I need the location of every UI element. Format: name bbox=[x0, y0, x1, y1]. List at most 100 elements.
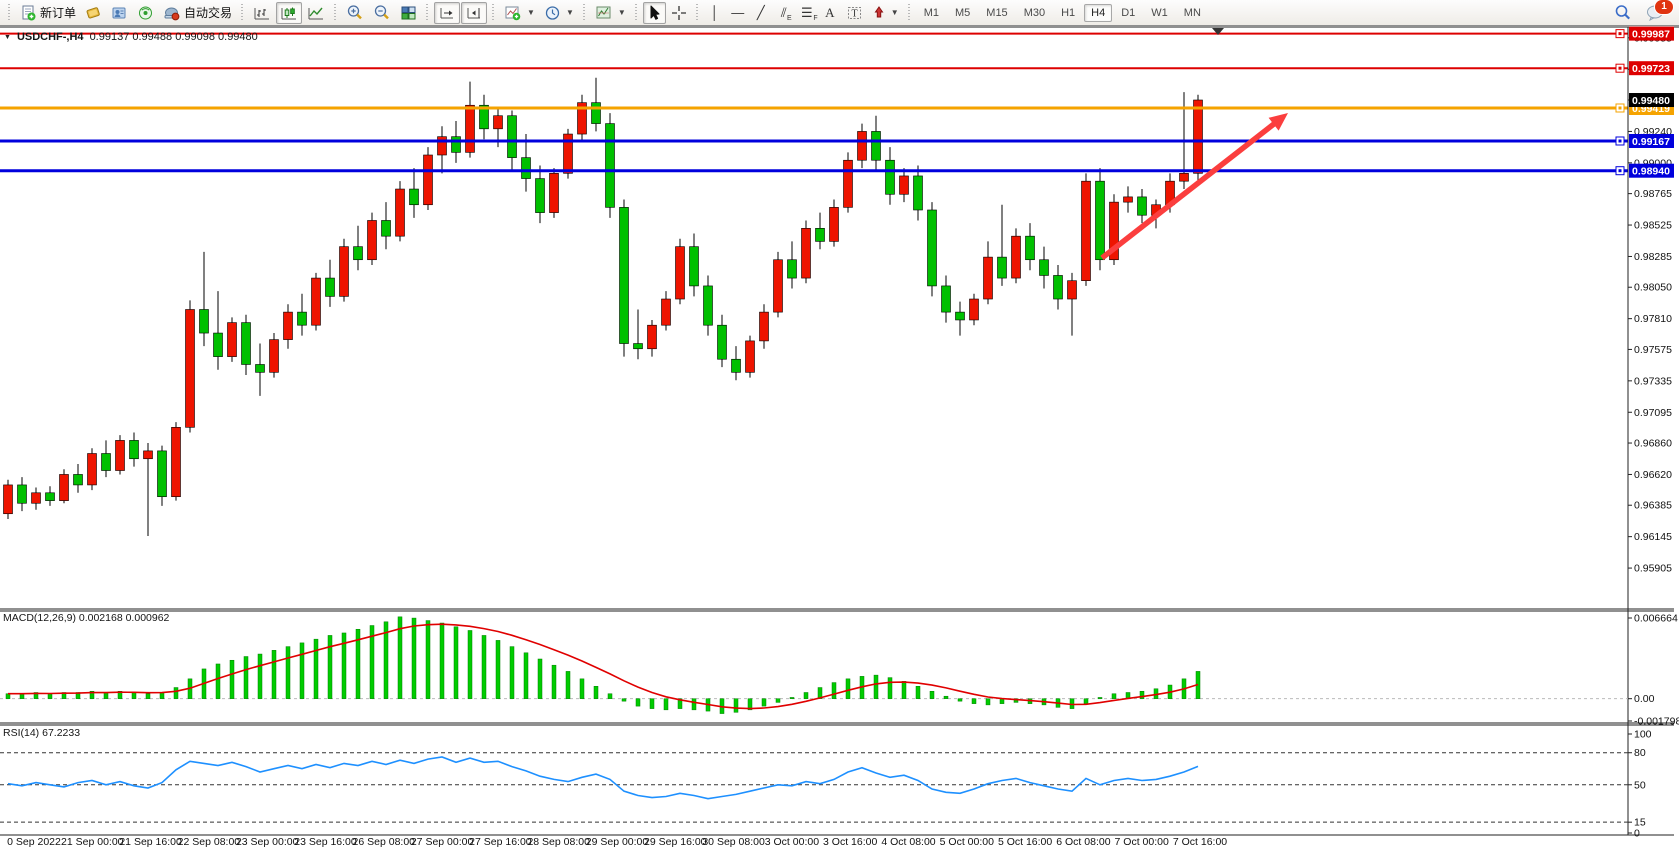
collapse-triangle-icon[interactable]: ▼ bbox=[4, 34, 11, 41]
auto-scroll-button[interactable] bbox=[461, 2, 487, 24]
cursor-button[interactable] bbox=[643, 2, 666, 24]
rsi-name: RSI(14) bbox=[3, 727, 39, 739]
text-label-button[interactable]: T bbox=[842, 2, 867, 24]
toolbar-grip bbox=[634, 4, 639, 22]
timeframe-h4[interactable]: H4 bbox=[1084, 4, 1112, 22]
price-badge: 0.99167 bbox=[1629, 134, 1674, 148]
auto-trading-label: 自动交易 bbox=[184, 4, 232, 21]
candlestick-chart[interactable]: 0.999550.997150.994800.992400.990000.987… bbox=[0, 0, 1679, 851]
zoom-out-button[interactable] bbox=[369, 2, 395, 24]
toolbar-grip bbox=[333, 4, 338, 22]
candlestick-button[interactable] bbox=[276, 2, 302, 24]
zoom-in-button[interactable] bbox=[342, 2, 368, 24]
cursor-icon bbox=[647, 5, 662, 21]
svg-text:0.99480: 0.99480 bbox=[1632, 95, 1670, 107]
macd-signal-value: 0.000962 bbox=[126, 612, 170, 624]
crosshair-icon bbox=[671, 5, 687, 21]
svg-text:30 Sep 08:00: 30 Sep 08:00 bbox=[702, 836, 765, 848]
toolbar-grip bbox=[425, 4, 430, 22]
horizontal-line-button[interactable]: — bbox=[727, 2, 749, 24]
bar-chart-button[interactable] bbox=[249, 2, 275, 24]
signals-button[interactable] bbox=[133, 2, 158, 24]
arrows-icon bbox=[872, 5, 886, 20]
templates-icon bbox=[595, 5, 613, 21]
svg-text:28 Sep 08:00: 28 Sep 08:00 bbox=[527, 836, 590, 848]
text-label-icon: T bbox=[846, 5, 863, 21]
line-chart-icon bbox=[307, 5, 325, 21]
timeframe-w1[interactable]: W1 bbox=[1144, 4, 1175, 22]
svg-text:0.99987: 0.99987 bbox=[1632, 28, 1670, 40]
profiles-icon bbox=[111, 5, 128, 21]
equidistant-channel-icon: ⫽E bbox=[781, 6, 787, 19]
fibonacci-button[interactable]: ☰F bbox=[796, 2, 818, 24]
svg-text:22 Sep 08:00: 22 Sep 08:00 bbox=[178, 836, 241, 848]
svg-text:0.99167: 0.99167 bbox=[1632, 136, 1670, 148]
line-chart-button[interactable] bbox=[303, 2, 329, 24]
auto-scroll-icon bbox=[465, 5, 483, 21]
svg-text:27 Sep 16:00: 27 Sep 16:00 bbox=[469, 836, 532, 848]
auto-trading-icon bbox=[163, 5, 180, 21]
search-button[interactable] bbox=[1610, 2, 1636, 24]
svg-text:26 Sep 08:00: 26 Sep 08:00 bbox=[353, 836, 416, 848]
svg-text:0.98285: 0.98285 bbox=[1634, 251, 1672, 263]
trendline-button[interactable]: ╱ bbox=[750, 2, 772, 24]
tile-windows-icon bbox=[400, 5, 417, 21]
price-badge: 0.99987 bbox=[1629, 27, 1674, 41]
toolbar-right-group: 1 bbox=[1610, 2, 1675, 24]
new-order-label: 新订单 bbox=[40, 4, 76, 21]
timeframe-d1[interactable]: D1 bbox=[1114, 4, 1142, 22]
svg-text:0.98765: 0.98765 bbox=[1634, 188, 1672, 200]
macd-label: MACD(12,26,9) 0.002168 0.000962 bbox=[3, 612, 169, 624]
svg-text:23 Sep 16:00: 23 Sep 16:00 bbox=[294, 836, 357, 848]
toolbar-grip bbox=[491, 4, 496, 22]
periods-icon bbox=[544, 5, 561, 21]
crosshair-button[interactable] bbox=[667, 2, 691, 24]
svg-text:23 Sep 00:00: 23 Sep 00:00 bbox=[236, 836, 299, 848]
chart-title: ▼ USDCHF-,H4 0.99137 0.99488 0.99098 0.9… bbox=[4, 31, 258, 43]
text-icon: A bbox=[825, 6, 834, 19]
notifications-button[interactable]: 1 bbox=[1642, 2, 1669, 24]
svg-text:0.00: 0.00 bbox=[1634, 693, 1655, 705]
rsi-value: 67.2233 bbox=[42, 727, 80, 739]
svg-text:0.97575: 0.97575 bbox=[1634, 344, 1672, 356]
bar-chart-icon bbox=[253, 5, 271, 21]
auto-trading-button[interactable]: 自动交易 bbox=[159, 2, 236, 24]
timeframe-mn[interactable]: MN bbox=[1177, 4, 1208, 22]
vertical-line-button[interactable]: │ bbox=[704, 2, 726, 24]
timeframe-h1[interactable]: H1 bbox=[1054, 4, 1082, 22]
timeframe-m5[interactable]: M5 bbox=[948, 4, 977, 22]
arrows-button[interactable]: ▼ bbox=[868, 2, 903, 24]
profiles-button[interactable] bbox=[107, 2, 132, 24]
toolbar-grip bbox=[582, 4, 587, 22]
svg-text:0.97810: 0.97810 bbox=[1634, 313, 1672, 325]
price-badge: 0.99723 bbox=[1629, 61, 1674, 75]
templates-button[interactable]: ▼ bbox=[591, 2, 630, 24]
ohlc-values: 0.99137 0.99488 0.99098 0.99480 bbox=[90, 31, 258, 43]
svg-text:0.96145: 0.96145 bbox=[1634, 531, 1672, 543]
trendline-icon: ╱ bbox=[757, 6, 765, 19]
main-toolbar: 新订单 自动交易 bbox=[0, 0, 1679, 26]
svg-text:0.96385: 0.96385 bbox=[1634, 500, 1672, 512]
svg-text:21 Sep 16:00: 21 Sep 16:00 bbox=[119, 836, 182, 848]
timeframe-m30[interactable]: M30 bbox=[1017, 4, 1052, 22]
timeframe-m15[interactable]: M15 bbox=[979, 4, 1014, 22]
add-indicator-button[interactable]: ▼ bbox=[500, 2, 539, 24]
rsi-label: RSI(14) 67.2233 bbox=[3, 727, 80, 739]
tile-windows-button[interactable] bbox=[396, 2, 421, 24]
new-chart-button[interactable] bbox=[81, 2, 106, 24]
svg-text:0.97335: 0.97335 bbox=[1634, 375, 1672, 387]
toolbar-grip bbox=[7, 4, 12, 22]
toolbar-grip bbox=[695, 4, 700, 22]
timeframe-m1[interactable]: M1 bbox=[917, 4, 946, 22]
svg-text:6 Oct 08:00: 6 Oct 08:00 bbox=[1056, 836, 1110, 848]
svg-text:0.95905: 0.95905 bbox=[1634, 563, 1672, 575]
svg-text:29 Sep 16:00: 29 Sep 16:00 bbox=[644, 836, 707, 848]
text-button[interactable]: A bbox=[819, 2, 841, 24]
chevron-down-icon: ▼ bbox=[618, 8, 626, 17]
candlestick-icon bbox=[280, 5, 298, 21]
new-order-button[interactable]: 新订单 bbox=[16, 2, 80, 24]
equidistant-channel-button[interactable]: ⫽E bbox=[773, 2, 795, 24]
svg-text:50: 50 bbox=[1634, 779, 1646, 791]
chart-shift-button[interactable] bbox=[434, 2, 460, 24]
periods-button[interactable]: ▼ bbox=[540, 2, 578, 24]
